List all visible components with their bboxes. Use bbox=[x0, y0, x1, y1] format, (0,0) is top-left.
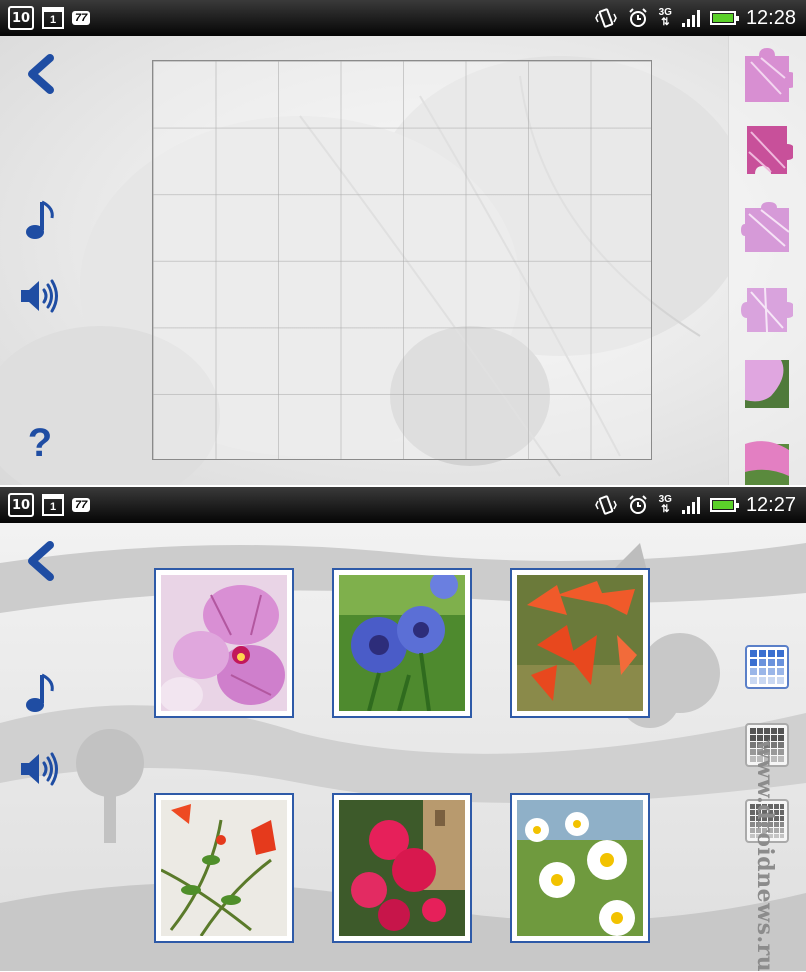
status-bar: 10 1 77 3G ⇅ 12:27 bbox=[0, 487, 806, 523]
puzzle-screen: 10 1 77 3G ⇅ 12:28 ? bbox=[0, 0, 806, 485]
speaker-icon bbox=[21, 752, 58, 786]
music-toggle-button[interactable] bbox=[18, 671, 62, 715]
image-thumb-red-pomegranate-flowers[interactable] bbox=[154, 793, 294, 943]
alarm-icon bbox=[628, 495, 647, 514]
oleander-image bbox=[339, 800, 465, 936]
date-widget-icon: 10 bbox=[8, 493, 34, 517]
daisies-image bbox=[517, 800, 643, 936]
battery-icon bbox=[709, 498, 739, 512]
notification-badge: 77 bbox=[72, 498, 91, 512]
back-button[interactable] bbox=[18, 539, 62, 583]
puzzle-piece[interactable] bbox=[741, 122, 793, 178]
image-thumb-red-coral-flowers[interactable] bbox=[510, 568, 650, 718]
image-selection-screen: 10 1 77 3G ⇅ 12:27 bbox=[0, 487, 806, 971]
pomegranate-flowers-image bbox=[161, 800, 287, 936]
network-type-icon: 3G ⇅ bbox=[658, 7, 672, 28]
sound-toggle-button[interactable] bbox=[18, 274, 62, 318]
signal-icon bbox=[681, 9, 700, 27]
calendar-icon: 1 bbox=[42, 494, 64, 516]
grid-4x4-option-selected[interactable] bbox=[745, 645, 789, 689]
date-widget-icon: 10 bbox=[8, 6, 34, 30]
watermark-text: www.droidnews.ru bbox=[752, 740, 778, 972]
image-thumb-white-daisies[interactable] bbox=[510, 793, 650, 943]
clock: 12:27 bbox=[745, 493, 796, 516]
image-thumb-pink-oleander[interactable] bbox=[332, 793, 472, 943]
puzzle-piece[interactable] bbox=[741, 202, 793, 258]
puzzle-board[interactable] bbox=[152, 60, 652, 460]
puzzle-area: ? bbox=[0, 36, 806, 485]
calendar-icon: 1 bbox=[42, 7, 64, 29]
piece-tray[interactable] bbox=[728, 36, 806, 485]
image-selection-area bbox=[0, 523, 806, 971]
coral-flowers-image bbox=[517, 575, 643, 711]
puzzle-piece[interactable] bbox=[741, 356, 793, 412]
image-thumb-pink-orchid[interactable] bbox=[154, 568, 294, 718]
battery-icon bbox=[709, 11, 739, 25]
image-thumb-blue-cornflowers[interactable] bbox=[332, 568, 472, 718]
alarm-icon bbox=[628, 8, 647, 27]
status-bar: 10 1 77 3G ⇅ 12:28 bbox=[0, 0, 806, 36]
pink-orchid-image bbox=[161, 575, 287, 711]
puzzle-piece[interactable] bbox=[741, 436, 793, 485]
back-icon bbox=[28, 54, 54, 94]
signal-icon bbox=[681, 496, 700, 514]
back-button[interactable] bbox=[18, 52, 62, 96]
speaker-icon bbox=[21, 279, 58, 313]
notification-badge: 77 bbox=[72, 11, 91, 25]
puzzle-piece[interactable] bbox=[741, 48, 793, 104]
music-note-icon bbox=[26, 200, 54, 239]
network-type-icon: 3G ⇅ bbox=[658, 494, 672, 515]
cornflowers-image bbox=[339, 575, 465, 711]
sound-toggle-button[interactable] bbox=[18, 747, 62, 791]
puzzle-piece[interactable] bbox=[741, 282, 793, 338]
music-note-icon bbox=[26, 673, 54, 712]
clock: 12:28 bbox=[745, 6, 796, 29]
vibrate-icon bbox=[594, 8, 617, 28]
vibrate-icon bbox=[594, 495, 617, 515]
back-icon bbox=[28, 541, 54, 581]
music-toggle-button[interactable] bbox=[18, 198, 62, 242]
help-button[interactable]: ? bbox=[18, 421, 62, 465]
